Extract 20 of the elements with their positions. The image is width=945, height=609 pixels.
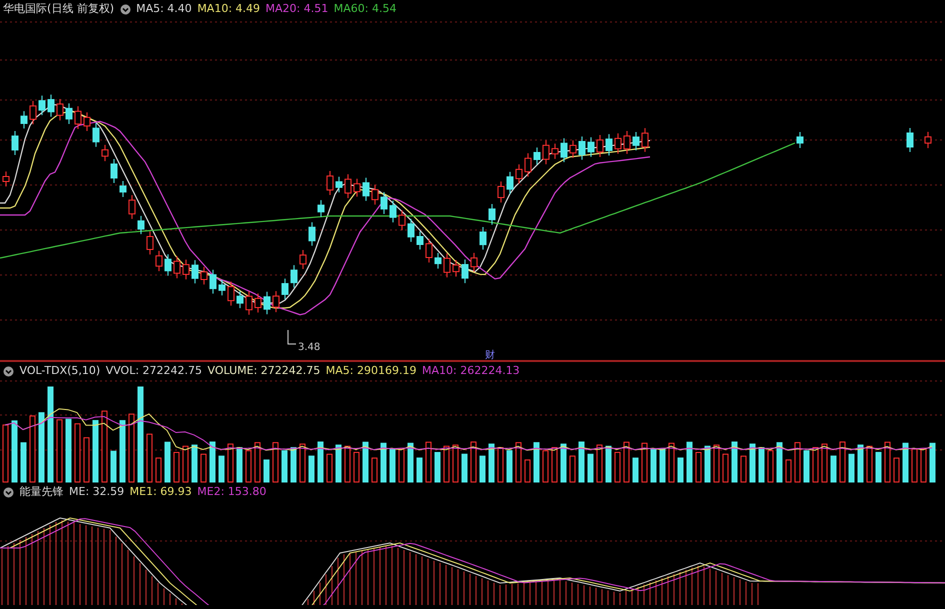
indicator-name: VOL-TDX(5,10) <box>20 362 100 379</box>
indicator-reading: VVOL: 272242.75 <box>106 362 202 379</box>
leader-line <box>288 330 296 344</box>
indicator-reading: MA10: 262224.13 <box>422 362 520 379</box>
indicator-reading: MA5: 4.40 <box>136 0 192 17</box>
indicator-name: 能量先锋 <box>20 484 64 500</box>
chevron-circle-icon[interactable] <box>3 486 14 498</box>
indicator-reading: MA10: 4.49 <box>197 0 260 17</box>
indicator-reading: MA60: 4.54 <box>334 0 396 17</box>
indicator-reading: ME: 32.59 <box>69 484 124 500</box>
chevron-circle-icon[interactable] <box>3 366 14 376</box>
event-marker: 财 <box>485 350 495 360</box>
indicator-reading: VOLUME: 272242.75 <box>208 362 320 379</box>
indicator-reading: MA5: 290169.19 <box>326 362 416 379</box>
low-price-label: 3.48 <box>298 342 320 353</box>
chevron-circle-icon[interactable] <box>120 4 131 14</box>
stock-title: 华电国际(日线 前复权) <box>3 0 114 17</box>
indicator-reading: MA20: 4.51 <box>266 0 328 17</box>
indicator-reading: ME1: 69.93 <box>130 484 192 500</box>
indicator-reading: ME2: 153.80 <box>197 484 266 500</box>
